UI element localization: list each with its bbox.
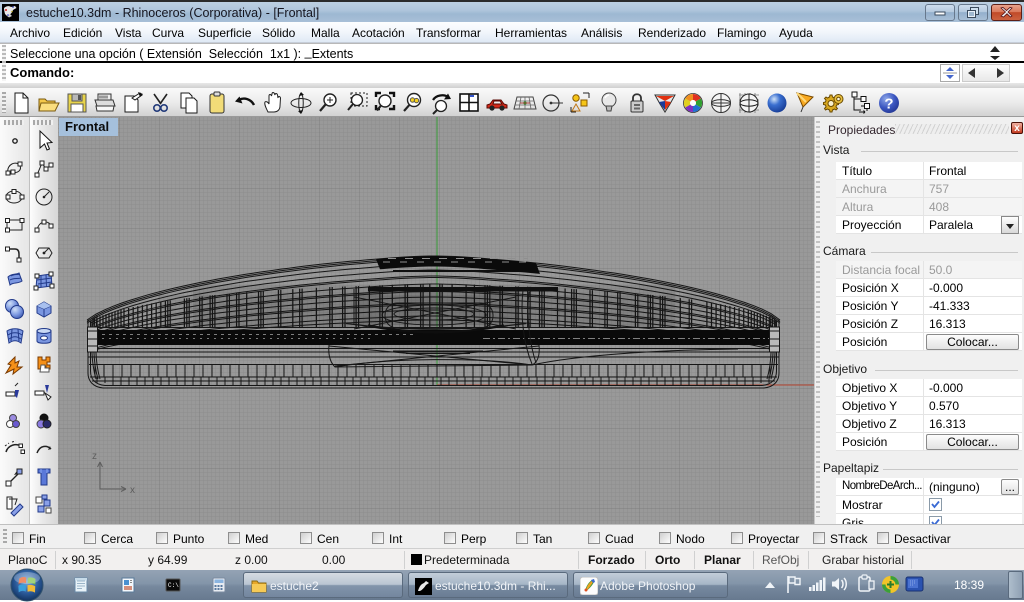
svg-text:?: ? bbox=[884, 96, 893, 113]
svg-text:x: x bbox=[130, 485, 135, 496]
svg-text:z: z bbox=[92, 451, 97, 462]
svg-text:C:\: C:\ bbox=[168, 582, 179, 589]
